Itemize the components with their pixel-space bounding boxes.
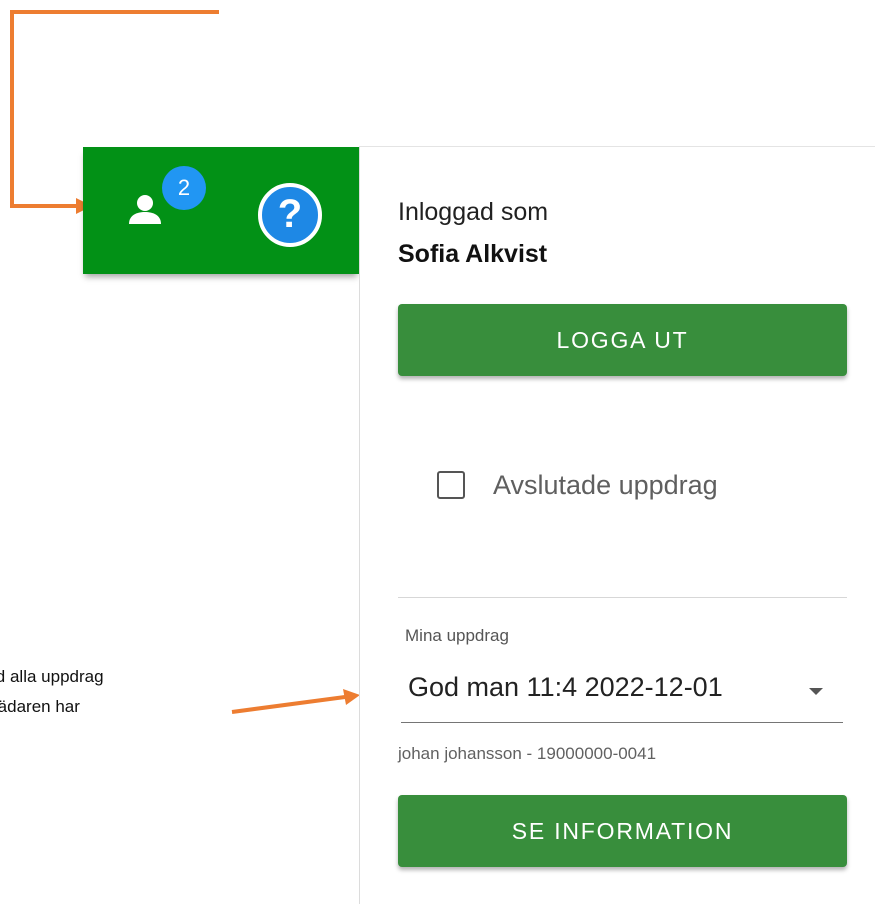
completed-assignments-checkbox[interactable]: Avslutade uppdrag	[437, 466, 718, 504]
callout-line-1: n med alla uppdrag	[0, 667, 104, 686]
notification-badge: 2	[162, 166, 206, 210]
screenshot-stage: n med alla uppdrag företrädaren har 2 ? …	[0, 0, 875, 904]
assignments-select[interactable]: God man 11:4 2022-12-01	[401, 660, 843, 723]
logout-button[interactable]: LOGGA UT	[398, 304, 847, 376]
user-name: Sofia Alkvist	[398, 240, 548, 268]
person-icon	[129, 195, 161, 224]
callout-line-2: företrädaren har	[0, 697, 80, 716]
checkbox-box[interactable]	[437, 471, 465, 499]
view-information-button[interactable]: SE INFORMATION	[398, 795, 847, 867]
assignments-select-value: God man 11:4 2022-12-01	[408, 672, 723, 702]
help-button[interactable]: ?	[258, 183, 322, 247]
arrow-to-assignments-select	[231, 689, 360, 714]
logged-in-label: Inloggad som	[398, 198, 549, 226]
users-button[interactable]	[125, 190, 165, 230]
divider	[398, 597, 847, 598]
assignments-select-label: Mina uppdrag	[405, 626, 509, 645]
annotation-callout: n med alla uppdrag företrädaren har	[0, 662, 238, 722]
help-circle-icon: ?	[277, 192, 303, 236]
checkbox-label: Avslutade uppdrag	[493, 469, 718, 500]
caret-down-icon[interactable]	[809, 688, 823, 695]
assignment-person-info: johan johansson - 19000000-0041	[398, 744, 657, 763]
